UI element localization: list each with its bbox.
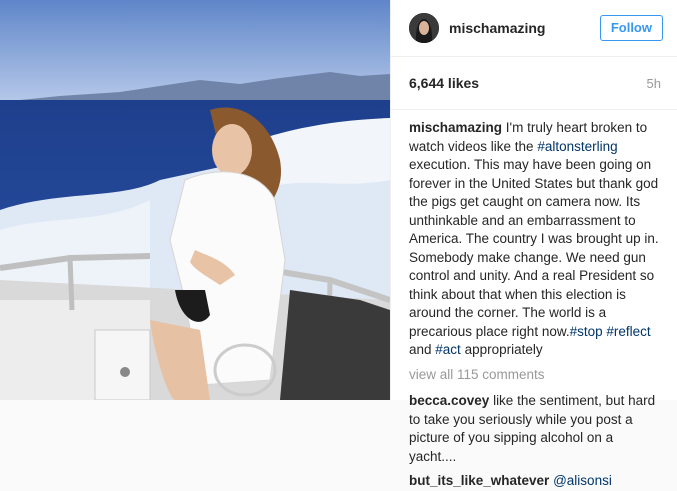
comment: becca.covey like the sentiment, but hard… <box>409 392 661 466</box>
caption: mischamazing I'm truly heart broken to w… <box>409 119 661 360</box>
caption-text-2: execution. This may have been going on f… <box>409 157 659 339</box>
post-username[interactable]: mischamazing <box>449 20 600 36</box>
hashtag-altonsterling[interactable]: #altonsterling <box>537 139 617 154</box>
comment-username[interactable]: becca.covey <box>409 393 489 408</box>
caption-username[interactable]: mischamazing <box>409 120 502 135</box>
instagram-post: mischamazing Follow 6,644 likes 5h misch… <box>0 0 677 488</box>
avatar[interactable] <box>409 13 439 43</box>
follow-button[interactable]: Follow <box>599 15 663 41</box>
avatar-image <box>409 13 439 43</box>
post-time[interactable]: 5h <box>647 76 661 91</box>
likes-count[interactable]: 6,644 likes <box>409 75 479 91</box>
post-meta: 6,644 likes 5h <box>391 57 677 110</box>
post-sidebar: mischamazing Follow 6,644 likes 5h misch… <box>390 0 677 488</box>
post-photo[interactable] <box>0 0 390 400</box>
post-image <box>0 0 390 400</box>
caption-text-4: appropriately <box>460 342 543 357</box>
comment: but_its_like_whatever @alisonsi <box>409 472 661 491</box>
comments-section: mischamazing I'm truly heart broken to w… <box>391 110 677 491</box>
post-header: mischamazing Follow <box>391 0 677 57</box>
caption-text-3: and <box>409 342 436 357</box>
hashtag-reflect[interactable]: #reflect <box>606 324 650 339</box>
hashtag-stop[interactable]: #stop <box>570 324 603 339</box>
comment-mention[interactable]: @alisonsi <box>553 473 612 488</box>
comment-username[interactable]: but_its_like_whatever <box>409 473 549 488</box>
view-all-comments-link[interactable]: view all 115 comments <box>409 366 661 385</box>
hashtag-act[interactable]: #act <box>435 342 461 357</box>
